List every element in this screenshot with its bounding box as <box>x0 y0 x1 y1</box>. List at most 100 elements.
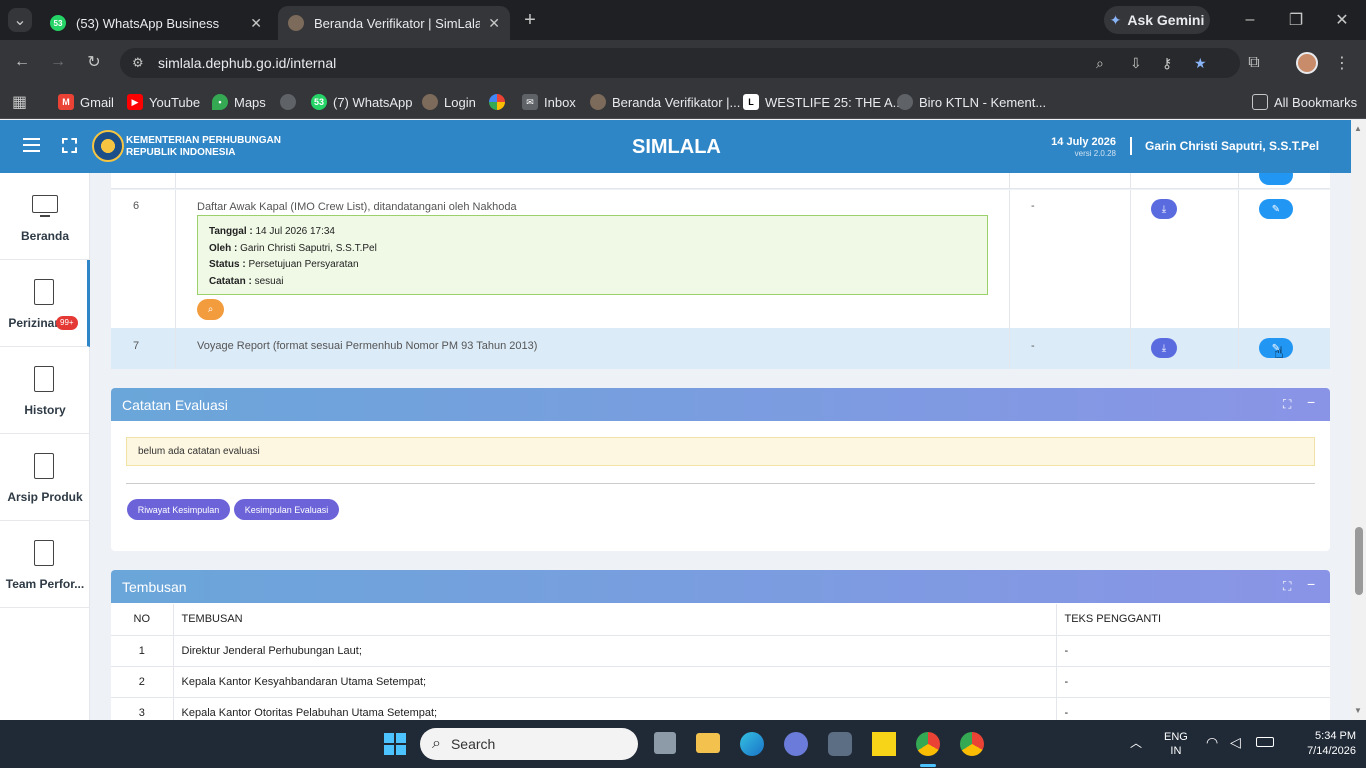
sidebar-item-perizinan[interactable]: Perizinan 99+ <box>0 260 90 347</box>
camera-app-icon[interactable] <box>828 732 852 756</box>
tembusan-table: NO TEMBUSAN TEKS PENGGANTI 1 Direktur Je… <box>111 604 1330 720</box>
scroll-down-icon[interactable]: ▼ <box>1354 706 1362 715</box>
close-window-icon[interactable]: ✕ <box>1330 8 1354 32</box>
whatsapp-icon: 53 <box>311 94 327 110</box>
edit-button[interactable] <box>1259 173 1293 185</box>
chrome-profile-icon[interactable] <box>960 732 984 756</box>
cell-divider <box>1009 190 1010 328</box>
zoom-icon[interactable]: ⌕ <box>1096 55 1104 72</box>
expand-icon[interactable]: ⛶ <box>1283 397 1291 412</box>
fullscreen-icon[interactable] <box>62 138 77 153</box>
search-note-button[interactable]: ⌕ <box>197 299 224 320</box>
menu-kebab-icon[interactable]: ⋮ <box>1330 51 1354 75</box>
bookmark-globe[interactable] <box>280 87 302 117</box>
sidebar-item-beranda[interactable]: Beranda <box>0 173 90 260</box>
bookmark-gmail[interactable]: M Gmail <box>58 87 114 117</box>
tab-whatsapp[interactable]: 53 (53) WhatsApp Business ✕ <box>40 6 272 40</box>
org-name-line2: REPUBLIK INDONESIA <box>126 147 236 158</box>
note-label: Catatan : <box>209 275 252 287</box>
tab-simlala[interactable]: Beranda Verifikator | SimLala ✕ <box>278 6 510 40</box>
site-info-icon[interactable]: ⚙ <box>132 55 144 71</box>
youtube-icon: ▶ <box>127 94 143 110</box>
sidebar-item-label: Arsip Produk <box>7 490 83 504</box>
cell-divider <box>1130 328 1131 369</box>
all-bookmarks[interactable]: All Bookmarks <box>1252 87 1357 117</box>
collapse-icon[interactable]: − <box>1307 394 1315 410</box>
bookmark-maps[interactable]: • Maps <box>212 87 266 117</box>
monitor-icon <box>32 195 58 213</box>
download-button[interactable]: ⤓ <box>1151 199 1177 219</box>
minimize-icon[interactable]: – <box>1238 8 1262 32</box>
install-icon[interactable]: ⇩ <box>1130 55 1142 72</box>
clock-date: 7/14/2026 <box>1307 745 1356 757</box>
card-header: Catatan Evaluasi ⛶ − <box>111 388 1330 421</box>
extensions-icon[interactable]: ⧉ <box>1242 51 1266 75</box>
globe-icon <box>280 94 296 110</box>
collapse-icon[interactable]: − <box>1307 576 1315 592</box>
kesimpulan-evaluasi-button[interactable]: Kesimpulan Evaluasi <box>234 499 339 520</box>
show-hidden-icons-chevron[interactable]: ︿ <box>1130 734 1142 751</box>
bookmark-biro-ktln[interactable]: Biro KTLN - Kement... <box>897 87 1046 117</box>
tab-search-icon[interactable]: ⌄ <box>8 8 32 32</box>
close-tab-icon[interactable]: ✕ <box>250 15 262 32</box>
riwayat-kesimpulan-button[interactable]: Riwayat Kesimpulan <box>127 499 230 520</box>
bookmark-inbox[interactable]: ✉ Inbox <box>522 87 576 117</box>
apps-grid-icon[interactable]: ▦ <box>12 87 27 117</box>
restore-icon[interactable]: ❐ <box>1284 8 1308 32</box>
bookmark-star-icon[interactable]: ★ <box>1194 55 1207 72</box>
ask-gemini-button[interactable]: ✦ Ask Gemini <box>1104 6 1210 34</box>
chrome-icon[interactable] <box>916 732 940 756</box>
file-explorer-icon[interactable] <box>696 733 720 753</box>
bookmark-youtube[interactable]: ▶ YouTube <box>127 87 200 117</box>
cell-divider <box>175 173 176 188</box>
bookmark-westlife[interactable]: L WESTLIFE 25: THE A... <box>743 87 903 117</box>
new-tab-icon[interactable]: + <box>518 8 542 32</box>
sidebar-item-team-performance[interactable]: Team Perfor... <box>0 521 90 608</box>
table-row: 6 Daftar Awak Kapal (IMO Crew List), dit… <box>111 190 1330 328</box>
bookmark-label: WESTLIFE 25: THE A... <box>765 94 904 110</box>
edge-icon[interactable] <box>740 732 764 756</box>
app-title: SIMLALA <box>632 136 721 158</box>
sidebar-item-arsip-produk[interactable]: Arsip Produk <box>0 434 90 521</box>
cell-divider <box>175 190 176 328</box>
scroll-up-icon[interactable]: ▲ <box>1354 124 1362 133</box>
windows-start-icon[interactable] <box>384 733 406 755</box>
clock[interactable]: 5:34 PM 7/14/2026 <box>1296 729 1356 759</box>
main-content: 6 Daftar Awak Kapal (IMO Crew List), dit… <box>90 173 1351 720</box>
language-indicator[interactable]: ENG IN <box>1164 730 1188 758</box>
page-scrollbar[interactable]: ▲ ▼ <box>1351 120 1366 720</box>
download-button[interactable]: ⤓ <box>1151 338 1177 358</box>
bookmark-login[interactable]: Login <box>422 87 476 117</box>
document-icon <box>34 279 54 305</box>
edit-button[interactable]: ✎ <box>1259 199 1293 219</box>
volume-icon[interactable]: ◁ <box>1230 734 1241 751</box>
task-view-icon[interactable] <box>654 732 676 754</box>
app-icon[interactable] <box>784 732 808 756</box>
expand-icon[interactable]: ⛶ <box>1283 579 1291 594</box>
sidebar-item-label: Team Perfor... <box>5 577 85 591</box>
profile-avatar[interactable] <box>1296 52 1318 74</box>
reload-icon[interactable]: ↻ <box>82 50 106 74</box>
maps-pin-icon: • <box>212 94 228 110</box>
user-name[interactable]: Garin Christi Saputri, S.S.T.Pel <box>1145 139 1319 153</box>
address-bar[interactable]: ⚙ simlala.dephub.go.id/internal ⌕ ⇩ ⚷ ★ <box>120 48 1240 78</box>
bookmark-photos[interactable] <box>489 87 511 117</box>
battery-icon[interactable] <box>1256 737 1274 747</box>
column-header-tembusan: TEMBUSAN <box>173 604 1057 636</box>
bookmark-label: YouTube <box>149 94 201 110</box>
bookmark-beranda-verifikator[interactable]: Beranda Verifikator |... <box>590 87 740 117</box>
wifi-icon[interactable]: ◠ <box>1206 734 1218 751</box>
scrollbar-thumb[interactable] <box>1355 527 1363 595</box>
password-key-icon[interactable]: ⚷ <box>1162 55 1172 72</box>
hamburger-menu-icon[interactable] <box>23 138 40 152</box>
bookmark-whatsapp[interactable]: 53 (7) WhatsApp <box>311 87 412 117</box>
forward-icon[interactable]: → <box>46 50 70 74</box>
app-version: versi 2.0.28 <box>1074 149 1116 158</box>
taskbar-search-box[interactable]: ⌕ Search <box>420 728 638 760</box>
gmail-icon: M <box>58 94 74 110</box>
note-label: Oleh : <box>209 242 238 254</box>
sidebar-item-history[interactable]: History <box>0 347 90 434</box>
back-icon[interactable]: ← <box>10 50 34 74</box>
close-tab-icon[interactable]: ✕ <box>488 15 500 32</box>
sticky-notes-icon[interactable] <box>872 732 896 756</box>
